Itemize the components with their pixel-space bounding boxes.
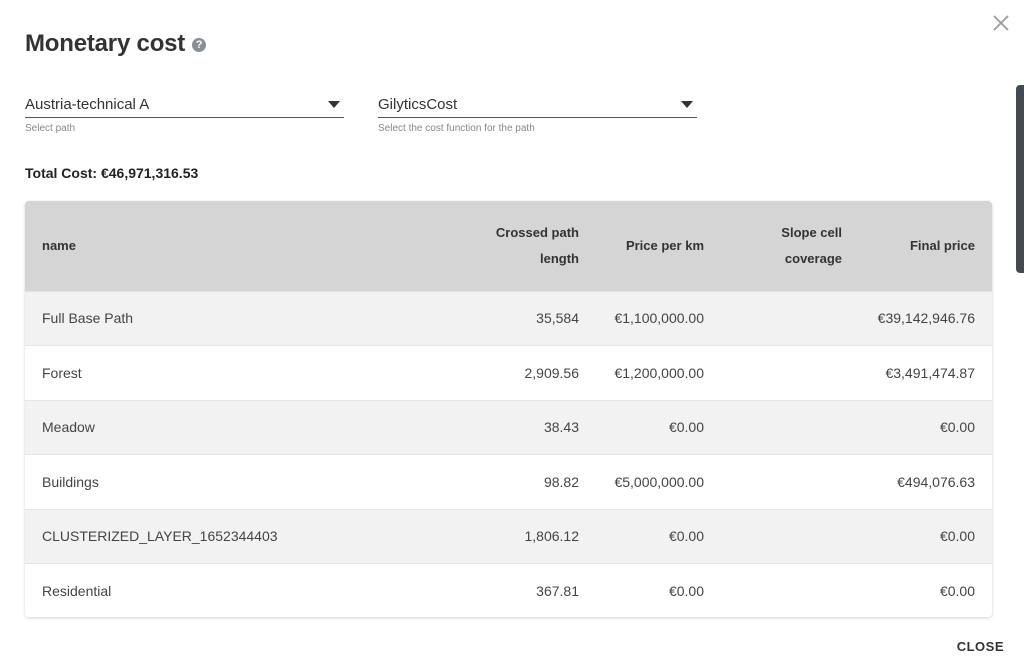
- cell-length: 98.82: [543, 473, 579, 490]
- cost-function-select-hint: Select the cost function for the path: [378, 123, 535, 134]
- path-select-value: Austria-technical A: [25, 96, 150, 113]
- header-crossed-line1: Crossed path: [495, 224, 579, 240]
- cell-final-price: €0.00: [939, 583, 975, 599]
- header-crossed-line2: length: [540, 250, 579, 266]
- cell-price-per-km: €5,000,000.00: [614, 473, 704, 490]
- close-button[interactable]: CLOSE: [957, 639, 1004, 654]
- chevron-down-icon: [328, 101, 340, 108]
- header-name: name: [42, 237, 76, 253]
- cell-name: Forest: [42, 364, 82, 381]
- chevron-down-icon: [681, 101, 693, 108]
- cell-price-per-km: €0.00: [668, 528, 704, 545]
- cell-name: Residential: [42, 583, 112, 599]
- cell-length: 38.43: [543, 419, 579, 436]
- cell-slope: [721, 455, 859, 510]
- cell-length: 367.81: [536, 583, 579, 599]
- header-slope-line1: Slope cell: [781, 224, 842, 240]
- scrollbar-thumb[interactable]: [1016, 85, 1024, 273]
- table-row: Meadow 38.43 €0.00 €0.00: [25, 400, 992, 455]
- cell-slope: [721, 291, 859, 346]
- table-row: Buildings 98.82 €5,000,000.00 €494,076.6…: [25, 454, 992, 510]
- table-row: Forest 2,909.56 €1,200,000.00 €3,491,474…: [25, 345, 992, 401]
- cell-final-price: €494,076.63: [897, 473, 975, 490]
- title-row: Monetary cost ?: [25, 30, 207, 58]
- cell-final-price: €0.00: [939, 419, 975, 436]
- cost-function-select-field: GilyticsCost Select the cost function fo…: [378, 92, 697, 134]
- path-select[interactable]: Austria-technical A: [25, 92, 344, 118]
- close-icon[interactable]: [990, 12, 1012, 34]
- table-row: CLUSTERIZED_LAYER_1652344403 1,806.12 €0…: [25, 509, 992, 564]
- path-select-field: Austria-technical A Select path: [25, 92, 344, 134]
- cell-slope: [721, 564, 859, 618]
- total-cost: Total Cost: €46,971,316.53: [25, 165, 199, 181]
- cell-price-per-km: €1,100,000.00: [614, 310, 704, 327]
- table-row: Residential 367.81 €0.00 €0.00: [25, 563, 992, 618]
- cell-length: 1,806.12: [524, 528, 580, 545]
- cost-table: name Crossed path length Price per km Sl…: [25, 201, 992, 617]
- cell-final-price: €0.00: [939, 528, 975, 545]
- cell-name: Full Base Path: [42, 310, 134, 327]
- cell-name: CLUSTERIZED_LAYER_1652344403: [42, 528, 278, 545]
- table-header-row: name Crossed path length Price per km Sl…: [25, 201, 992, 291]
- cell-price-per-km: €1,200,000.00: [614, 364, 704, 381]
- cell-final-price: €39,142,946.76: [877, 310, 975, 327]
- cell-slope: [721, 346, 859, 401]
- cost-function-select[interactable]: GilyticsCost: [378, 92, 697, 118]
- cell-slope: [721, 400, 859, 455]
- header-final-price: Final price: [909, 237, 975, 253]
- cell-name: Meadow: [42, 419, 95, 436]
- cell-slope: [721, 509, 859, 564]
- cost-function-select-value: GilyticsCost: [378, 96, 458, 113]
- cell-final-price: €3,491,474.87: [885, 364, 975, 381]
- cell-name: Buildings: [42, 473, 99, 490]
- header-crossed-path-length: Crossed path length: [440, 201, 596, 291]
- help-icon[interactable]: ?: [192, 38, 207, 52]
- cell-length: 2,909.56: [524, 364, 580, 381]
- header-price-per-km: Price per km: [625, 237, 704, 253]
- header-slope-cell-coverage: Slope cell coverage: [721, 201, 859, 291]
- path-select-hint: Select path: [25, 123, 76, 134]
- dialog-title: Monetary cost: [25, 30, 186, 57]
- cell-length: 35,584: [536, 310, 579, 327]
- monetary-cost-dialog: Monetary cost ? Austria-technical A Sele…: [0, 0, 1024, 672]
- header-slope-line2: coverage: [784, 250, 842, 266]
- cost-table-card: name Crossed path length Price per km Sl…: [25, 201, 992, 617]
- cell-price-per-km: €0.00: [668, 583, 704, 599]
- cell-price-per-km: €0.00: [668, 419, 704, 436]
- table-row: Full Base Path 35,584 €1,100,000.00 €39,…: [25, 291, 992, 346]
